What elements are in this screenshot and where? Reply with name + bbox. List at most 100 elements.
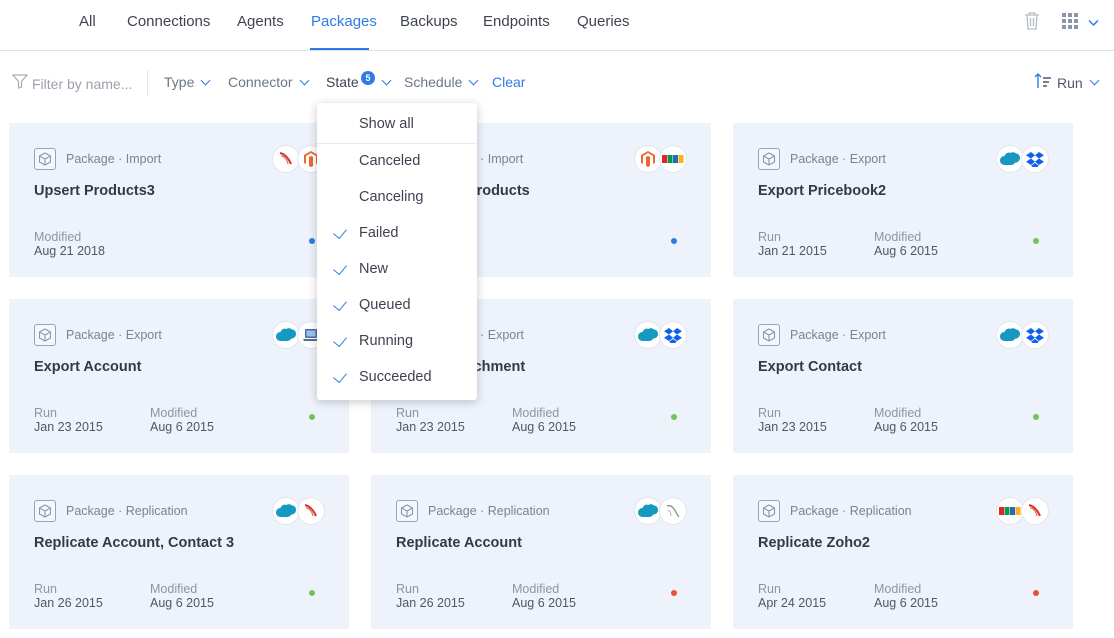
modified-date: Aug 6 2015 [874,596,938,610]
schedule-filter-label: Schedule [404,74,463,90]
package-cube-icon [34,500,56,522]
modified-label: Modified [512,406,560,420]
state-option-label: Canceled [359,153,421,169]
state-option-canceled[interactable]: Canceled [317,143,477,179]
package-card[interactable]: Package · Export Export Account Run Jan 23 … [9,299,349,453]
package-card[interactable]: Package · Import Upsert Products3 Modified… [9,123,349,277]
package-card[interactable]: Package · Replication Replicate Account Ru… [371,475,711,629]
zoho-icon [996,497,1024,525]
modified-label: Modified [150,406,198,420]
package-card[interactable]: Package · Replication Replicate Account, … [9,475,349,629]
run-label: Run [34,582,57,596]
tab-agents[interactable]: Agents [237,13,284,30]
connector-filter-label: Connector [228,74,293,90]
package-cube-icon [396,500,418,522]
status-dot [309,238,315,244]
salesforce-icon [634,497,662,525]
package-type: Package · Import [66,152,162,166]
state-option-canceling[interactable]: Canceling [317,179,477,215]
top-navigation: All Connections Agents Packages Backups … [0,0,1114,51]
chevron-down-icon [1089,75,1100,86]
chevron-down-icon[interactable] [1088,14,1099,32]
salesforce-icon [272,497,300,525]
modified-label: Modified [874,230,922,244]
sql-server-icon [297,497,325,525]
status-dot [309,590,315,596]
clear-filters-link[interactable]: Clear [492,74,525,90]
checkmark-icon [333,224,347,240]
package-cube-icon [758,500,780,522]
run-label: Run [758,582,781,596]
package-title: Export Account [34,359,142,375]
state-option-label: Running [359,333,414,349]
zoho-icon [659,145,687,173]
state-filter[interactable]: State 5 [326,71,392,90]
filter-bar: Type Connector State 5 Schedule Clear Ru… [0,51,1114,113]
run-date: Jan 26 2015 [34,596,103,610]
modified-date: Aug 6 2015 [150,596,214,610]
type-filter[interactable]: Type [164,74,211,90]
filter-name-input[interactable] [32,75,137,92]
sort-by-run[interactable]: Run [1034,73,1100,92]
package-card[interactable]: Package · Export Export Pricebook2 Run Jan … [733,123,1073,277]
dropbox-icon [1021,321,1049,349]
trash-icon[interactable] [1024,12,1040,35]
connector-filter[interactable]: Connector [228,74,310,90]
status-dot [671,414,677,420]
package-type: Package · Replication [66,504,188,518]
sort-ascending-icon [1034,73,1052,92]
state-count-badge: 5 [361,71,375,85]
active-tab-indicator [310,48,369,50]
modified-date: Aug 6 2015 [512,596,576,610]
connector-logos [634,321,687,349]
mysql-icon [659,497,687,525]
schedule-filter[interactable]: Schedule [404,74,479,90]
state-option-failed[interactable]: Failed [317,215,477,251]
salesforce-icon [996,145,1024,173]
state-option-succeeded[interactable]: Succeeded [317,359,477,395]
magento-icon [634,145,662,173]
package-title: Replicate Zoho2 [758,535,870,551]
status-dot [671,590,677,596]
tab-backups[interactable]: Backups [400,13,458,30]
status-dot [1033,590,1039,596]
state-option-show-all[interactable]: Show all [317,106,477,142]
run-date: Jan 26 2015 [396,596,465,610]
sql-server-icon [1021,497,1049,525]
tab-all[interactable]: All [79,13,96,30]
package-card[interactable]: Package · Export Export Contact Run Jan 23 … [733,299,1073,453]
tab-endpoints[interactable]: Endpoints [483,13,550,30]
state-option-queued[interactable]: Queued [317,287,477,323]
status-dot [671,238,677,244]
dropbox-icon [659,321,687,349]
run-date: Jan 23 2015 [396,420,465,434]
connector-logos [996,145,1049,173]
chevron-down-icon [299,75,310,85]
tab-packages[interactable]: Packages [311,13,377,30]
run-label: Run [758,406,781,420]
chevron-down-icon [468,75,479,85]
state-option-label: Canceling [359,189,424,205]
tab-connections[interactable]: Connections [127,13,210,30]
apps-grid-icon[interactable] [1062,13,1078,34]
modified-date: Aug 6 2015 [874,420,938,434]
run-date: Jan 21 2015 [758,244,827,258]
run-date: Jan 23 2015 [34,420,103,434]
type-filter-label: Type [164,74,195,90]
package-card[interactable]: Package · Replication Replicate Zoho2 Run A… [733,475,1073,629]
salesforce-icon [996,321,1024,349]
connector-logos [634,145,687,173]
tab-queries[interactable]: Queries [577,13,630,30]
state-option-label: Succeeded [359,369,432,385]
state-option-new[interactable]: New [317,251,477,287]
package-cube-icon [34,324,56,346]
checkmark-icon [333,368,347,384]
modified-label: Modified [34,230,82,244]
connector-logos [996,497,1049,525]
state-dropdown-menu: Show all Canceled Canceling Failed New Queue… [317,103,477,400]
package-title: Replicate Account [396,535,522,551]
sql-server-icon [272,145,300,173]
modified-label: Modified [874,406,922,420]
run-label: Run [34,406,57,420]
state-option-running[interactable]: Running [317,323,477,359]
